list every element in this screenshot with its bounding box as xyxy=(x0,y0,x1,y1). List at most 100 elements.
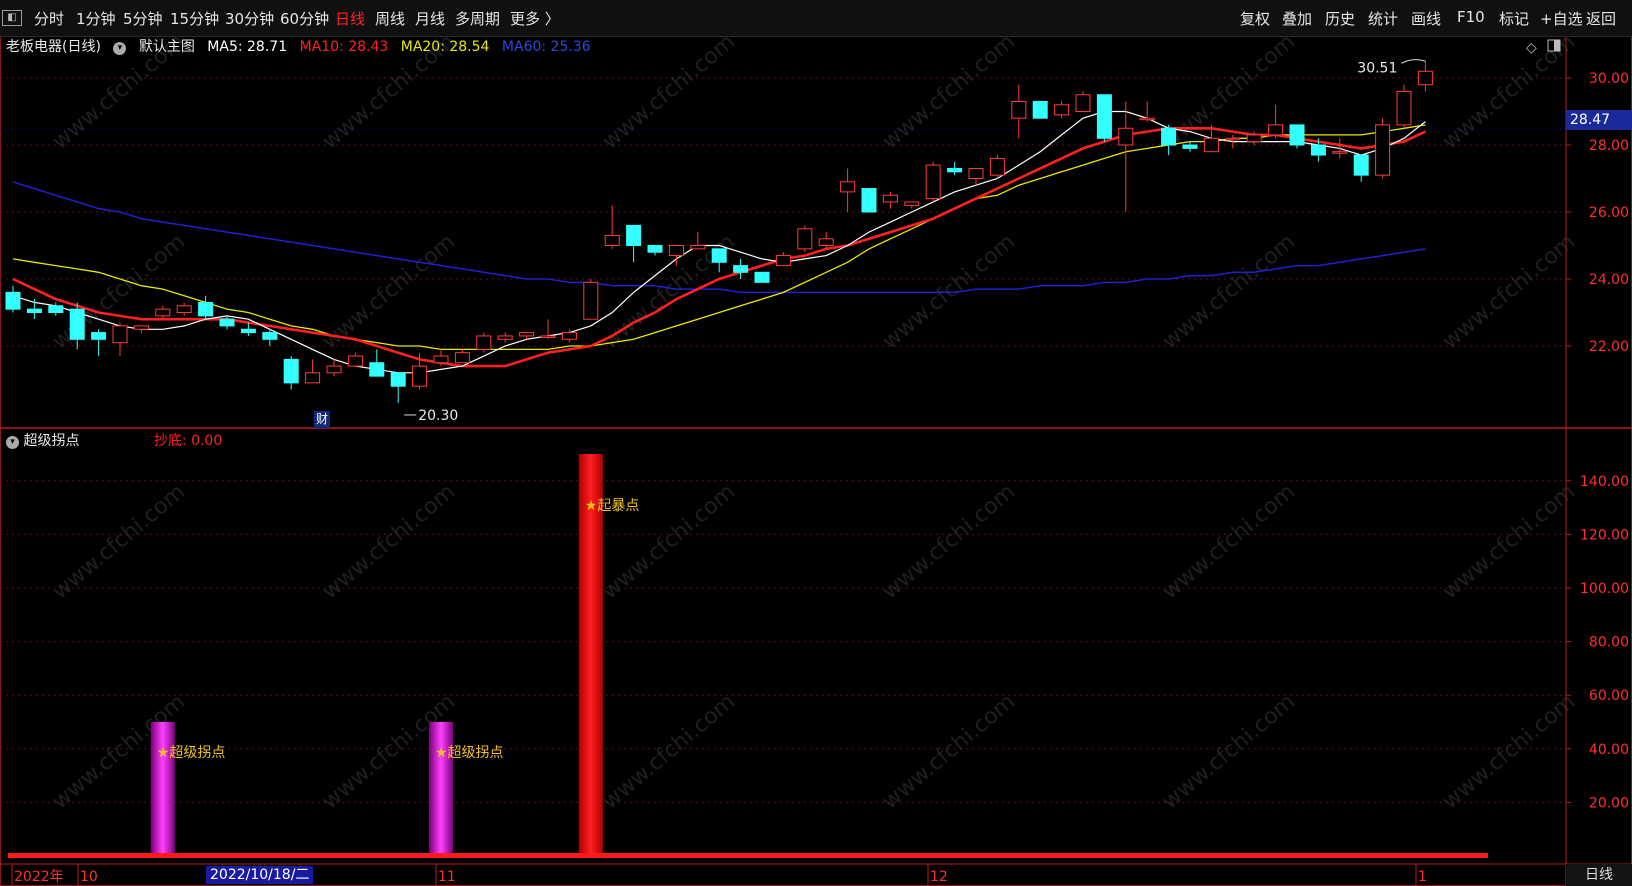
toolbar-item-9[interactable]: 多周期 xyxy=(455,8,500,29)
high-annotation: 30.51 xyxy=(1357,60,1397,76)
candle-body xyxy=(904,201,920,206)
candle-body xyxy=(1417,70,1433,86)
candle-body xyxy=(968,167,984,179)
candle-body xyxy=(26,308,42,313)
candle-body xyxy=(775,255,791,267)
toolbar-right-item-0[interactable]: 复权 xyxy=(1240,8,1270,29)
toolbar-item-10[interactable]: 更多 〉 xyxy=(510,8,560,29)
toolbar-right-item-7[interactable]: +自选 xyxy=(1540,8,1583,29)
finance-marker[interactable]: 财 xyxy=(314,411,330,428)
candle xyxy=(5,285,21,313)
watermark-text: www.cfchi.com xyxy=(878,29,1020,154)
watermark-text: www.cfchi.com xyxy=(48,479,190,604)
toolbar-right-item-4[interactable]: 画线 xyxy=(1411,8,1441,29)
candle-body xyxy=(583,281,599,320)
candle-body xyxy=(5,291,21,310)
candle-body xyxy=(283,358,299,384)
period-toolbar: ◧ 分时 1分钟 5分钟 15分钟 30分钟 60分钟 日线 周线 月线 多周期 更多 〉 复权 叠加历… xyxy=(0,0,1632,37)
candle-body xyxy=(433,355,449,364)
watermark-text: www.cfchi.com xyxy=(1438,689,1580,814)
toolbar-item-7[interactable]: 周线 xyxy=(375,8,405,29)
toolbar-item-2[interactable]: 5分钟 xyxy=(123,8,163,29)
toolbar-item-4[interactable]: 30分钟 xyxy=(225,8,274,29)
candle xyxy=(1417,61,1433,92)
toolbar-item-1[interactable]: 1分钟 xyxy=(76,8,116,29)
sub-tick-label: 140.00 xyxy=(1580,474,1629,490)
candle-body xyxy=(369,362,385,377)
candle-body xyxy=(69,308,85,340)
ma60-label: MA60: 25.36 xyxy=(501,39,591,55)
candle xyxy=(1096,94,1112,142)
candle xyxy=(989,155,1005,179)
candle-body xyxy=(1310,144,1326,156)
indicator-name[interactable]: 超级拐点 xyxy=(23,433,79,449)
toolbar-item-5[interactable]: 60分钟 xyxy=(280,8,329,29)
candle-body xyxy=(1268,124,1284,136)
signal-label: ★超级拐点 xyxy=(157,745,226,761)
panel-layout-icon-fill xyxy=(1554,40,1560,51)
toolbar-right-item-6[interactable]: 标记 xyxy=(1499,8,1529,29)
toolbar-right-item-1[interactable]: 叠加 xyxy=(1282,8,1312,29)
current-price-tag: 28.47 xyxy=(1566,110,1632,130)
watermark-text: www.cfchi.com xyxy=(878,689,1020,814)
indicator-dropdown-icon[interactable]: ▾ xyxy=(6,436,19,449)
toolbar-right-item-8[interactable]: 返回 xyxy=(1586,8,1616,29)
main-tick-label: 26.00 xyxy=(1589,205,1629,221)
candle-body xyxy=(133,325,149,330)
candle xyxy=(733,258,749,279)
toolbar-item-0[interactable]: 分时 xyxy=(34,8,64,29)
toolbar-item-8[interactable]: 月线 xyxy=(415,8,445,29)
sub-tick-label: 40.00 xyxy=(1589,742,1629,758)
candle xyxy=(647,245,663,256)
baseline-bar xyxy=(8,853,1488,858)
toolbar-right-item-5[interactable]: F10 xyxy=(1457,8,1485,26)
candle-body xyxy=(818,238,834,247)
candle xyxy=(583,279,599,320)
candle-body xyxy=(497,335,513,340)
candle-body xyxy=(561,332,577,340)
candle xyxy=(112,322,128,357)
sub-tick-label: 60.00 xyxy=(1589,688,1629,704)
signal-bar xyxy=(429,722,453,856)
candle xyxy=(347,352,363,367)
stock-name[interactable]: 老板电器(日线) xyxy=(6,39,101,55)
indicator-status: 抄底: 0.00 xyxy=(153,433,223,449)
toolbar-right-item-2[interactable]: 历史 xyxy=(1325,8,1355,29)
signal-label: ★超级拐点 xyxy=(435,745,504,761)
template-dropdown-icon[interactable]: ▾ xyxy=(113,42,127,55)
low-annotation: 20.30 xyxy=(418,408,458,424)
candle-body xyxy=(1203,137,1219,153)
toolbar-item-3[interactable]: 15分钟 xyxy=(170,8,219,29)
cursor-date: 2022/10/18/二 xyxy=(206,866,314,884)
toolbar-right-item-3[interactable]: 统计 xyxy=(1368,8,1398,29)
candle-body xyxy=(1332,151,1348,154)
main-chart-legend: 老板电器(日线) ▾ 默认主图 MA5: 28.71 MA10: 28.43 M… xyxy=(6,36,599,56)
candle xyxy=(1118,101,1134,212)
candle xyxy=(861,188,877,213)
candle-body xyxy=(1396,90,1412,126)
panel-toggle-icon[interactable]: ◧ xyxy=(2,10,22,26)
sub-tick-label: 100.00 xyxy=(1580,581,1629,597)
sub-chart-legend: ▾ 超级拐点 抄底: 0.00 xyxy=(6,430,222,450)
toolbar-item-6[interactable]: 日线 xyxy=(335,8,365,29)
main-tick-label: 24.00 xyxy=(1589,272,1629,288)
candle xyxy=(626,224,642,263)
kline-chart-canvas[interactable]: www.cfchi.com www.cfchi.com www.cfchi.com w… xyxy=(0,0,1632,886)
candle xyxy=(1011,84,1027,139)
candle xyxy=(1075,91,1091,112)
template-name[interactable]: 默认主图 xyxy=(139,39,195,55)
candle-body xyxy=(1225,137,1241,141)
candle-body xyxy=(1011,100,1027,119)
watermark-text: www.cfchi.com xyxy=(1158,479,1300,604)
candle xyxy=(904,201,920,209)
candle xyxy=(390,372,406,403)
sub-tick-label: 120.00 xyxy=(1580,527,1629,543)
xaxis-label: 12 xyxy=(930,869,948,885)
candle xyxy=(1396,84,1412,129)
candle-body xyxy=(262,332,278,340)
diamond-icon: ◇ xyxy=(1526,40,1537,56)
candle-body xyxy=(48,305,64,313)
sub-tick-label: 20.00 xyxy=(1589,795,1629,811)
candle xyxy=(1289,124,1305,149)
main-tick-label: 22.00 xyxy=(1589,339,1629,355)
